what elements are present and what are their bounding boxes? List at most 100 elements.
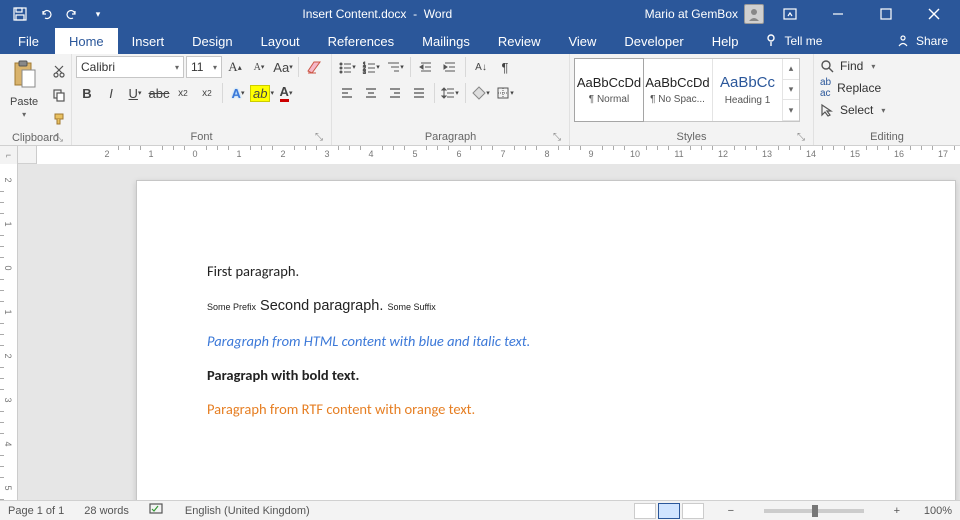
cut-button[interactable] <box>48 60 70 82</box>
tab-file[interactable]: File <box>2 28 55 54</box>
font-name-combo[interactable]: Calibri▾ <box>76 56 184 78</box>
select-button[interactable]: Select▾ <box>818 102 887 118</box>
sort-button[interactable]: A↓ <box>470 56 492 78</box>
document-page[interactable]: First paragraph. Some Prefix Second para… <box>136 180 956 500</box>
subscript-button[interactable]: x2 <box>172 82 194 104</box>
zoom-slider[interactable] <box>764 509 864 513</box>
tell-me-search[interactable]: Tell me <box>752 28 834 54</box>
highlight-button[interactable]: ab▾ <box>251 82 273 104</box>
tab-home[interactable]: Home <box>55 28 118 54</box>
style-heading-1[interactable]: AaBbCc Heading 1 <box>713 59 783 121</box>
close-button[interactable] <box>912 0 956 28</box>
tab-references[interactable]: References <box>314 28 408 54</box>
minimize-button[interactable] <box>816 0 860 28</box>
align-center-button[interactable] <box>360 82 382 104</box>
decrease-indent-button[interactable] <box>415 56 437 78</box>
styles-expand-icon[interactable]: ▾ <box>783 100 799 121</box>
paste-button[interactable]: Paste ▾ <box>4 56 44 123</box>
font-color-button[interactable]: A▾ <box>275 82 297 104</box>
style-normal[interactable]: AaBbCcDd ¶ Normal <box>574 58 644 122</box>
group-label-font: Font⤡ <box>76 129 327 145</box>
increase-indent-button[interactable] <box>439 56 461 78</box>
styles-gallery[interactable]: AaBbCcDd ¶ Normal AaBbCcDd ¶ No Spac... … <box>574 58 800 122</box>
font-launcher-icon[interactable]: ⤡ <box>313 131 325 143</box>
text-effects-button[interactable]: A▾ <box>227 82 249 104</box>
paragraph-4[interactable]: Paragraph with bold text. <box>207 365 885 385</box>
justify-button[interactable] <box>408 82 430 104</box>
status-spellcheck-icon[interactable] <box>149 503 165 518</box>
chevron-up-icon[interactable]: ▴ <box>783 59 799 80</box>
save-icon[interactable] <box>8 2 32 26</box>
undo-icon[interactable] <box>34 2 58 26</box>
bold-button[interactable]: B <box>76 82 98 104</box>
document-canvas[interactable]: First paragraph. Some Prefix Second para… <box>18 164 960 500</box>
change-case-button[interactable]: Aa▾ <box>272 56 294 78</box>
group-label-clipboard: Clipboard⤡ <box>4 130 67 146</box>
shrink-font-button[interactable]: A▾ <box>248 56 270 78</box>
workspace: 21012345678 First paragraph. Some Prefix… <box>0 164 960 500</box>
styles-scroll[interactable]: ▴ ▾ ▾ <box>783 59 799 121</box>
borders-button[interactable]: ▾ <box>494 82 516 104</box>
ribbon-display-options[interactable] <box>768 0 812 28</box>
tab-review[interactable]: Review <box>484 28 555 54</box>
tab-design[interactable]: Design <box>178 28 246 54</box>
paragraph-3[interactable]: Paragraph from HTML content with blue an… <box>207 331 885 351</box>
vertical-ruler[interactable]: 21012345678 <box>0 164 18 500</box>
paragraph-2[interactable]: Some Prefix Second paragraph. Some Suffi… <box>207 295 885 316</box>
underline-button[interactable]: U▾ <box>124 82 146 104</box>
view-web-layout[interactable] <box>682 503 704 519</box>
group-font: Calibri▾ 11▾ A▴ A▾ Aa▾ B I U▾ abc x2 x2 … <box>72 54 332 145</box>
tab-help[interactable]: Help <box>698 28 753 54</box>
tab-view[interactable]: View <box>554 28 610 54</box>
clipboard-launcher-icon[interactable]: ⤡ <box>53 132 65 144</box>
horizontal-ruler[interactable]: 210123456789101112131415161718 <box>36 146 960 164</box>
share-button[interactable]: Share <box>884 28 960 54</box>
paragraph-launcher-icon[interactable]: ⤡ <box>551 131 563 143</box>
account-user[interactable]: Mario at GemBox <box>645 4 764 24</box>
superscript-button[interactable]: x2 <box>196 82 218 104</box>
find-button[interactable]: Find▾ <box>818 58 887 74</box>
status-page[interactable]: Page 1 of 1 <box>8 505 64 517</box>
strikethrough-button[interactable]: abc <box>148 82 170 104</box>
paragraph-5[interactable]: Paragraph from RTF content with orange t… <box>207 399 885 419</box>
bullets-button[interactable]: ▾ <box>336 56 358 78</box>
group-styles: AaBbCcDd ¶ Normal AaBbCcDd ¶ No Spac... … <box>570 54 814 145</box>
format-painter-button[interactable] <box>48 108 70 130</box>
grow-font-button[interactable]: A▴ <box>224 56 246 78</box>
zoom-out-button[interactable]: − <box>724 505 738 517</box>
clear-formatting-button[interactable] <box>303 56 325 78</box>
view-print-layout[interactable] <box>658 503 680 519</box>
status-language[interactable]: English (United Kingdom) <box>185 505 310 517</box>
status-words[interactable]: 28 words <box>84 505 129 517</box>
zoom-in-button[interactable]: + <box>890 505 904 517</box>
show-hide-button[interactable]: ¶ <box>494 56 516 78</box>
tab-developer[interactable]: Developer <box>610 28 697 54</box>
group-paragraph: ▾ 123▾ ▾ A↓ ¶ ▾ ▾ ▾ Para <box>332 54 570 145</box>
align-left-button[interactable] <box>336 82 358 104</box>
align-right-button[interactable] <box>384 82 406 104</box>
redo-icon[interactable] <box>60 2 84 26</box>
zoom-level[interactable]: 100% <box>924 505 952 517</box>
tab-mailings[interactable]: Mailings <box>408 28 484 54</box>
styles-launcher-icon[interactable]: ⤡ <box>795 131 807 143</box>
replace-button[interactable]: abacReplace <box>818 76 887 100</box>
italic-button[interactable]: I <box>100 82 122 104</box>
chevron-down-icon[interactable]: ▾ <box>783 80 799 101</box>
share-label: Share <box>916 34 948 48</box>
numbering-button[interactable]: 123▾ <box>360 56 382 78</box>
p2-suffix: Some Suffix <box>387 302 435 312</box>
view-read-mode[interactable] <box>634 503 656 519</box>
tab-layout[interactable]: Layout <box>247 28 314 54</box>
paragraph-1[interactable]: First paragraph. <box>207 261 885 281</box>
copy-button[interactable] <box>48 84 70 106</box>
app-name: Word <box>424 7 452 21</box>
font-size-combo[interactable]: 11▾ <box>186 56 222 78</box>
zoom-slider-thumb[interactable] <box>812 505 818 517</box>
qat-customize-icon[interactable]: ▾ <box>86 2 110 26</box>
line-spacing-button[interactable]: ▾ <box>439 82 461 104</box>
shading-button[interactable]: ▾ <box>470 82 492 104</box>
tab-insert[interactable]: Insert <box>118 28 179 54</box>
multilevel-list-button[interactable]: ▾ <box>384 56 406 78</box>
style-no-spacing[interactable]: AaBbCcDd ¶ No Spac... <box>643 59 713 121</box>
maximize-button[interactable] <box>864 0 908 28</box>
